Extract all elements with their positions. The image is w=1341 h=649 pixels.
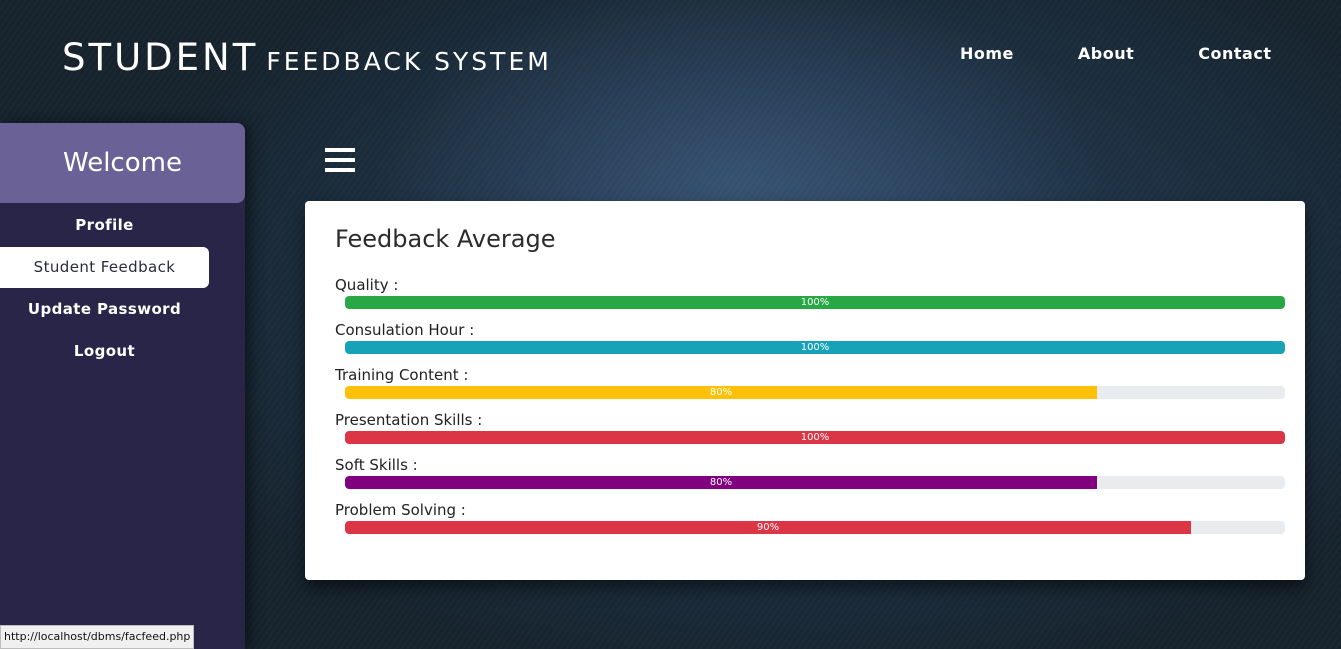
feedback-row: Soft Skills : 80% bbox=[335, 456, 1285, 489]
feedback-label: Soft Skills : bbox=[335, 456, 418, 474]
progress-track: 100% bbox=[345, 341, 1285, 354]
progress-track: 100% bbox=[345, 431, 1285, 444]
status-bar-url: http://localhost/dbms/facfeed.php bbox=[0, 625, 195, 649]
sidebar-item-student-feedback[interactable]: Student Feedback bbox=[0, 247, 209, 288]
card-title: Feedback Average bbox=[335, 225, 556, 253]
feedback-average-card: Feedback Average Quality :100% Consulatio… bbox=[305, 201, 1305, 580]
nav-home-link[interactable]: Home bbox=[960, 44, 1014, 63]
progress-track: 80% bbox=[345, 476, 1285, 489]
progress-fill: 100% bbox=[345, 296, 1285, 309]
progress-fill: 100% bbox=[345, 431, 1285, 444]
progress-track: 80% bbox=[345, 386, 1285, 399]
progress-track: 100% bbox=[345, 296, 1285, 309]
site-title: STUDENT FEEDBACK SYSTEM bbox=[62, 36, 552, 79]
nav-contact-link[interactable]: Contact bbox=[1198, 44, 1271, 63]
progress-track: 90% bbox=[345, 521, 1285, 534]
feedback-row: Quality : 100% bbox=[335, 276, 1285, 309]
feedback-label: Problem Solving : bbox=[335, 501, 466, 519]
feedback-row: Consulation Hour : 100% bbox=[335, 321, 1285, 354]
top-nav: Home About Contact bbox=[960, 44, 1335, 63]
feedback-label: Training Content : bbox=[335, 366, 469, 384]
feedback-row: Problem Solving : 90% bbox=[335, 501, 1285, 534]
progress-fill: 90% bbox=[345, 521, 1191, 534]
site-title-sub: FEEDBACK SYSTEM bbox=[266, 47, 552, 76]
sidebar-item-logout[interactable]: Logout bbox=[0, 331, 209, 372]
nav-about-link[interactable]: About bbox=[1078, 44, 1134, 63]
feedback-row: Presentation Skills : 100% bbox=[335, 411, 1285, 444]
sidebar-item-update-password[interactable]: Update Password bbox=[0, 289, 209, 330]
hamburger-icon[interactable] bbox=[325, 148, 355, 174]
sidebar-welcome-header: Welcome bbox=[0, 123, 245, 203]
progress-fill: 80% bbox=[345, 476, 1097, 489]
feedback-label: Consulation Hour : bbox=[335, 321, 475, 339]
feedback-row: Training Content : 80% bbox=[335, 366, 1285, 399]
site-title-main: STUDENT bbox=[62, 36, 259, 79]
progress-fill: 100% bbox=[345, 341, 1285, 354]
sidebar: Welcome Profile Student Feedback Update … bbox=[0, 123, 245, 649]
feedback-label: Quality : bbox=[335, 276, 399, 294]
sidebar-item-profile[interactable]: Profile bbox=[0, 205, 209, 246]
progress-fill: 80% bbox=[345, 386, 1097, 399]
welcome-label: Welcome bbox=[63, 148, 182, 178]
feedback-label: Presentation Skills : bbox=[335, 411, 483, 429]
